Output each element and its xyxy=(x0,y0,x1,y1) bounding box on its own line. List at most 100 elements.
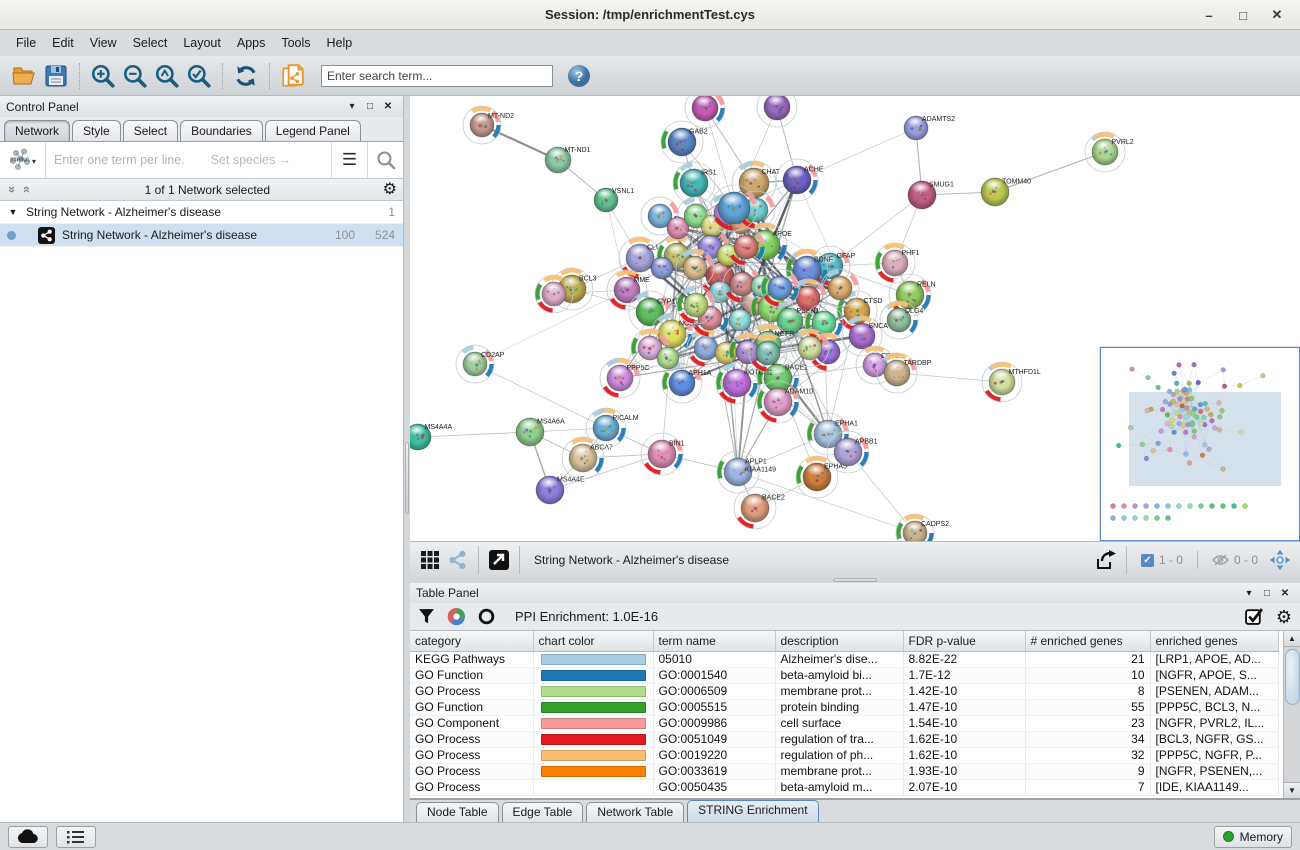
string-query-input[interactable]: Enter one term per line. Set species → xyxy=(46,153,331,167)
menu-layout[interactable]: Layout xyxy=(175,33,229,53)
tab-style[interactable]: Style xyxy=(72,120,121,141)
search-input[interactable] xyxy=(321,65,553,87)
filter-icon[interactable] xyxy=(418,608,435,625)
table-row[interactable]: GO ProcessGO:0019220regulation of ph...1… xyxy=(410,747,1278,763)
network-node-phf1[interactable]: PHF1 xyxy=(875,243,920,283)
float-panel-icon[interactable]: □ xyxy=(361,101,379,112)
table-scrollbar[interactable]: ▲ ▼ xyxy=(1283,631,1300,798)
col-header-FDR-p-value[interactable]: FDR p-value xyxy=(903,631,1025,651)
network-node-mt-nd1[interactable]: MT-ND1 xyxy=(545,147,591,173)
network-node-cd2ap[interactable]: CD2AP xyxy=(456,345,505,383)
menu-apps[interactable]: Apps xyxy=(229,33,274,53)
enrichment-settings-gear-icon[interactable]: ⚙ xyxy=(1276,608,1292,626)
tab-string-enrichment[interactable]: STRING Enrichment xyxy=(687,800,818,822)
col-header--enriched-genes[interactable]: # enriched genes xyxy=(1025,631,1150,651)
network-node-vsnl1[interactable]: VSNL1 xyxy=(594,188,634,212)
menu-view[interactable]: View xyxy=(82,33,125,53)
tab-network[interactable]: Network xyxy=(4,120,70,141)
pie-chart-icon[interactable] xyxy=(447,607,466,626)
zoom-fit-button[interactable] xyxy=(151,60,183,92)
menu-select[interactable]: Select xyxy=(125,33,176,53)
scroll-up-button[interactable]: ▲ xyxy=(1284,631,1300,647)
col-header-chart-color[interactable]: chart color xyxy=(533,631,653,651)
network-node[interactable] xyxy=(651,257,673,279)
float-menu-icon[interactable]: ▾ xyxy=(1240,588,1258,599)
table-row[interactable]: GO ProcessGO:0033619membrane prot...1.93… xyxy=(410,763,1278,779)
table-row[interactable]: GO FunctionGO:0005515protein binding1.47… xyxy=(410,699,1278,715)
col-header-term-name[interactable]: term name xyxy=(653,631,775,651)
network-node-ppp5c[interactable]: PPP5C xyxy=(600,358,649,398)
close-panel-icon[interactable]: ✕ xyxy=(379,101,397,112)
splitter-grip[interactable] xyxy=(405,442,409,514)
navigator-toggle-button[interactable] xyxy=(1266,546,1294,574)
birds-eye-navigator[interactable] xyxy=(1100,347,1300,541)
menu-tools[interactable]: Tools xyxy=(273,33,318,53)
tab-boundaries[interactable]: Boundaries xyxy=(180,120,263,141)
table-row[interactable]: GO ProcessGO:0050435beta-amyloid m...2.0… xyxy=(410,779,1278,795)
network-node-tardbp[interactable]: TARDBP xyxy=(877,353,932,393)
network-collection-row[interactable]: ▼ String Network - Alzheimer's disease 1 xyxy=(0,201,403,224)
task-list-button[interactable] xyxy=(56,826,96,848)
string-search-button[interactable] xyxy=(367,142,403,178)
string-view-button[interactable] xyxy=(444,546,472,574)
minimize-button[interactable]: – xyxy=(1192,8,1226,23)
network-node[interactable] xyxy=(711,185,757,231)
scroll-down-button[interactable]: ▼ xyxy=(1284,782,1300,798)
network-node[interactable] xyxy=(729,309,751,331)
network-node-ms4a4a[interactable]: MS4A4A xyxy=(410,424,452,450)
col-header-category[interactable]: category xyxy=(410,631,533,651)
network-node-mthfd1l[interactable]: MTHFD1L xyxy=(982,362,1041,402)
cloud-button[interactable] xyxy=(8,826,48,848)
save-session-button[interactable] xyxy=(40,60,72,92)
expand-all-icon[interactable]: » xyxy=(18,183,33,196)
open-in-browser-button[interactable] xyxy=(485,546,513,574)
tab-node-table[interactable]: Node Table xyxy=(416,802,499,822)
menu-help[interactable]: Help xyxy=(319,33,361,53)
navigator-canvas[interactable] xyxy=(1101,348,1299,540)
maximize-button[interactable]: □ xyxy=(1226,8,1260,23)
network-node-bace2[interactable]: BACE2 xyxy=(734,487,785,529)
close-button[interactable]: ✕ xyxy=(1260,7,1294,23)
menu-file[interactable]: File xyxy=(8,33,44,53)
select-all-checkbox-icon[interactable] xyxy=(1245,607,1264,626)
network-node-bin1[interactable]: BIN1 xyxy=(641,433,685,475)
network-node-ms4a4e[interactable]: MS4A4E xyxy=(536,476,585,504)
memory-button[interactable]: Memory xyxy=(1214,826,1292,848)
tab-select[interactable]: Select xyxy=(123,120,178,141)
network-node-irs1[interactable]: IRS1 xyxy=(673,162,717,204)
tab-edge-table[interactable]: Edge Table xyxy=(502,802,584,822)
table-row[interactable]: KEGG Pathways05010Alzheimer's dise...8.8… xyxy=(410,651,1278,667)
refresh-button[interactable] xyxy=(230,60,262,92)
network-node-mt-nd2[interactable]: MT-ND2 xyxy=(463,106,514,144)
zoom-in-button[interactable] xyxy=(87,60,119,92)
network-node-smug1[interactable]: SMUG1 xyxy=(908,181,954,209)
table-row[interactable]: GO ProcessGO:0051049regulation of tra...… xyxy=(410,731,1278,747)
table-row[interactable]: GO ProcessGO:0006509membrane prot...1.42… xyxy=(410,683,1278,699)
open-session-button[interactable] xyxy=(8,60,40,92)
ring-chart-icon[interactable] xyxy=(478,608,495,625)
network-node-picalm[interactable]: PICALM xyxy=(586,408,639,448)
zoom-selected-button[interactable] xyxy=(183,60,215,92)
col-header-description[interactable]: description xyxy=(775,631,903,651)
table-row[interactable]: GO FunctionGO:0001540beta-amyloid bi...1… xyxy=(410,667,1278,683)
table-row[interactable]: GO ComponentGO:0009986cell surface1.54E-… xyxy=(410,715,1278,731)
network-node-abca7[interactable]: ABCA7 xyxy=(562,437,613,479)
network-from-file-button[interactable] xyxy=(277,60,309,92)
float-menu-icon[interactable]: ▾ xyxy=(343,101,361,112)
network-node-pvrl2[interactable]: PVRL2 xyxy=(1085,132,1134,172)
col-header-enriched-genes[interactable]: enriched genes xyxy=(1150,631,1278,651)
network-node-adamts2[interactable]: ADAMTS2 xyxy=(904,116,955,140)
network-node-ache[interactable]: ACHE xyxy=(776,159,824,201)
network-node-tomm40[interactable]: TOMM40 xyxy=(981,178,1031,206)
string-source-selector[interactable]: STRING▾ xyxy=(0,142,46,178)
tab-network-table[interactable]: Network Table xyxy=(586,802,684,822)
network-row[interactable]: String Network - Alzheimer's disease 100… xyxy=(0,224,403,247)
collection-expander-icon[interactable]: ▼ xyxy=(0,207,26,217)
network-node[interactable] xyxy=(757,96,797,127)
panel-splitter-horizontal[interactable] xyxy=(410,578,1300,583)
help-button[interactable]: ? xyxy=(563,60,595,92)
network-node-cadps2[interactable]: CADPS2 xyxy=(896,514,949,541)
network-node-ms4a6a[interactable]: MS4A6A xyxy=(516,418,565,446)
tab-legend-panel[interactable]: Legend Panel xyxy=(265,120,361,141)
network-node[interactable] xyxy=(657,347,679,369)
